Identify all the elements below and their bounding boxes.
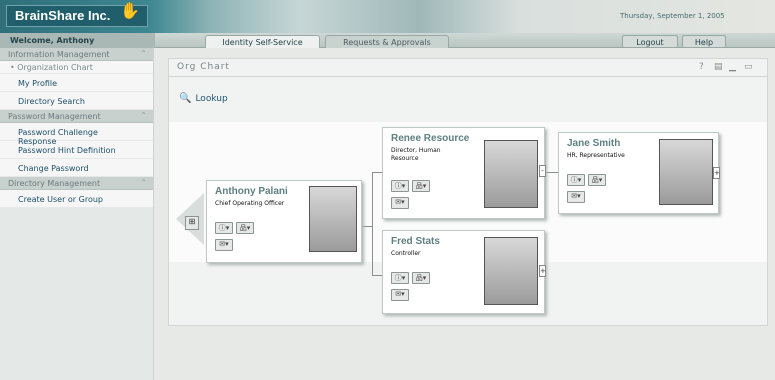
- person-photo: [309, 186, 357, 252]
- section-password-management[interactable]: Password Management ⌃: [0, 110, 153, 123]
- person-title: HR, Representative: [567, 152, 625, 159]
- person-name[interactable]: Renee Resource: [391, 133, 469, 144]
- person-name[interactable]: Anthony Palani: [215, 186, 288, 197]
- person-card-renee[interactable]: Renee Resource Director, Human Resource …: [382, 127, 546, 219]
- expand-button[interactable]: -: [539, 165, 546, 177]
- connector: [545, 172, 558, 173]
- sidebar: Information Management ⌃ • Organization C…: [0, 48, 154, 380]
- date-label: Thursday, September 1, 2005: [620, 12, 725, 20]
- info-icon[interactable]: ⓘ▾: [567, 174, 585, 186]
- connector: [372, 172, 373, 275]
- info-icon[interactable]: ⓘ▾: [215, 222, 233, 234]
- sidebar-item-organization-chart[interactable]: • Organization Chart: [0, 61, 153, 74]
- org-chart-icon[interactable]: 品▾: [412, 272, 430, 284]
- connector: [372, 275, 382, 276]
- welcome-text: Welcome, Anthony: [0, 33, 155, 48]
- info-icon[interactable]: ⓘ▾: [391, 180, 409, 192]
- panel-title: Org Chart: [177, 62, 230, 72]
- email-icon[interactable]: ✉▾: [567, 191, 585, 203]
- tab-identity-self-service[interactable]: Identity Self-Service: [205, 35, 320, 48]
- section-directory-management[interactable]: Directory Management ⌃: [0, 177, 153, 190]
- banner: BrainShare Inc. ✋ Thursday, September 1,…: [0, 0, 775, 33]
- brand-name: BrainShare Inc.: [15, 8, 111, 23]
- minimize-icon[interactable]: ▁: [729, 62, 737, 72]
- sidebar-item-my-profile[interactable]: My Profile: [0, 74, 153, 92]
- connector: [372, 172, 382, 173]
- info-icon[interactable]: ⓘ▾: [391, 272, 409, 284]
- person-name[interactable]: Fred Stats: [391, 236, 440, 247]
- logout-button[interactable]: Logout: [622, 35, 678, 48]
- email-icon[interactable]: ✉▾: [391, 197, 409, 209]
- collapse-icon: ⌃: [140, 178, 147, 187]
- collapse-icon: ⌃: [140, 111, 147, 120]
- section-information-management[interactable]: Information Management ⌃: [0, 48, 153, 61]
- connector: [361, 226, 372, 227]
- org-chart-icon[interactable]: 品▾: [412, 180, 430, 192]
- magnifier-icon: 🔍: [179, 93, 192, 104]
- email-icon[interactable]: ✉▾: [215, 239, 233, 251]
- person-card-jane[interactable]: Jane Smith HR, Representative ⓘ▾ 品▾ ✉▾ +: [558, 132, 720, 214]
- help-button[interactable]: Help: [682, 35, 726, 48]
- maximize-icon[interactable]: ▭: [744, 62, 754, 72]
- expand-button[interactable]: +: [713, 167, 720, 179]
- person-photo: [484, 140, 538, 208]
- person-title: Director, Human Resource: [391, 147, 441, 162]
- org-chart-icon[interactable]: 品▾: [236, 222, 254, 234]
- sidebar-item-password-challenge-response[interactable]: Password Challenge Response: [0, 123, 153, 146]
- person-photo: [659, 139, 713, 205]
- person-photo: [484, 237, 538, 305]
- person-title: Controller: [391, 250, 421, 257]
- org-chart-icon[interactable]: 品▾: [588, 174, 606, 186]
- sidebar-item-create-user-or-group[interactable]: Create User or Group: [0, 190, 153, 208]
- org-chart-up-icon[interactable]: ⊞: [185, 216, 199, 230]
- person-title: Chief Operating Officer: [215, 200, 285, 207]
- collapse-icon: ⌃: [140, 49, 147, 58]
- sidebar-item-directory-search[interactable]: Directory Search: [0, 92, 153, 110]
- print-icon[interactable]: ▤: [714, 62, 724, 72]
- tab-requests-approvals[interactable]: Requests & Approvals: [325, 35, 449, 48]
- person-card-anthony[interactable]: Anthony Palani Chief Operating Officer ⓘ…: [206, 180, 362, 263]
- help-icon[interactable]: ?: [699, 62, 705, 72]
- email-icon[interactable]: ✉▾: [391, 289, 409, 301]
- expand-button[interactable]: +: [539, 265, 546, 277]
- panel-header: Org Chart ? ▤ ▁ ▭: [169, 59, 767, 77]
- sidebar-item-change-password[interactable]: Change Password: [0, 159, 153, 177]
- hand-logo-icon: ✋: [120, 1, 140, 20]
- person-name[interactable]: Jane Smith: [567, 138, 620, 149]
- lookup-link[interactable]: 🔍 Lookup: [179, 93, 228, 104]
- person-card-fred[interactable]: Fred Stats Controller ⓘ▾ 品▾ ✉▾ +: [382, 230, 546, 314]
